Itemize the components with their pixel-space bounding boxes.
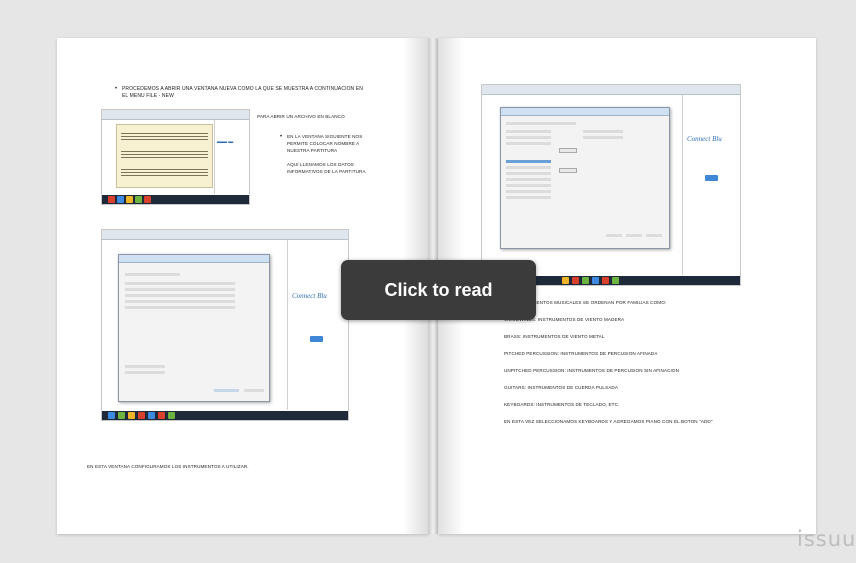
side-panel: Connect Blu (287, 240, 348, 410)
taskbar (102, 411, 348, 420)
app-toolbar (102, 110, 249, 120)
app-toolbar (482, 85, 740, 95)
bullet1-line2: EL MENU FILE - NEW (122, 93, 174, 99)
side-panel: Connect Blu (682, 95, 740, 275)
bullet2-line3: NUESTRA PARTITURA (287, 148, 338, 153)
right-line-4: UNPITCHED PERCUSSION: INSTRUMENTOS DE PE… (504, 368, 679, 373)
right-line-6: KEYBOARDS: INSTRUMENTOS DE TECLADO, ETC. (504, 402, 620, 407)
issuu-logo[interactable]: issuu (797, 527, 856, 551)
screenshot-instruments: Connect Blu (481, 84, 741, 286)
side-panel: ▬▬ ▬ (214, 120, 249, 194)
score-preview (116, 124, 213, 188)
bullet1-line1: PROCEDEMOS A ABRIR UNA VENTANA NUEVA COM… (115, 86, 363, 93)
right-line-3: PITCHED PERCUSSION: INSTRUMENTOS DE PERC… (504, 351, 658, 356)
right-line-5: GUITARS: INSTRUMENTOS DE CUERDA PULSADA (504, 385, 618, 390)
note2-line2: INFORMATIVOS DE LA PARTITURA (287, 169, 366, 174)
screenshot-new-file: ▬▬ ▬ (101, 109, 250, 205)
note2-line1: AQUÍ LLENAMOS LOS DATOS (287, 162, 354, 167)
click-to-read-button[interactable]: Click to read (341, 260, 536, 320)
note-open-blank: PARA ABRIR UN ARCHIVO EN BLANCO (257, 114, 345, 119)
panel-heading: Connect Blu (687, 135, 722, 143)
app-toolbar (102, 230, 348, 240)
right-line-7: EN ESTA VEZ SELECCIONAMOS KEYBOARDS Y AG… (504, 419, 713, 424)
screenshot-score-info: Connect Blu (101, 229, 349, 421)
bullet2-line1: EN LA VENTANA SIGUIENTE NOS (280, 134, 362, 140)
right-line-2: BRASS: INSTRUMENTOS DE VIENTO METAL (504, 334, 605, 339)
panel-heading: ▬▬ ▬ (217, 140, 234, 145)
taskbar (102, 195, 249, 204)
bullet2-line2: PERMITE COLOCAR NOMBRE A (287, 141, 360, 146)
left-footer-text: EN ESTA VENTANA CONFIGURAMOS LOS INSTRUM… (87, 464, 249, 469)
panel-heading: Connect Blu (292, 292, 327, 300)
magazine-viewer: PROCEDEMOS A ABRIR UNA VENTANA NUEVA COM… (0, 0, 856, 563)
score-info-dialog (118, 254, 270, 402)
instruments-dialog (500, 107, 670, 249)
